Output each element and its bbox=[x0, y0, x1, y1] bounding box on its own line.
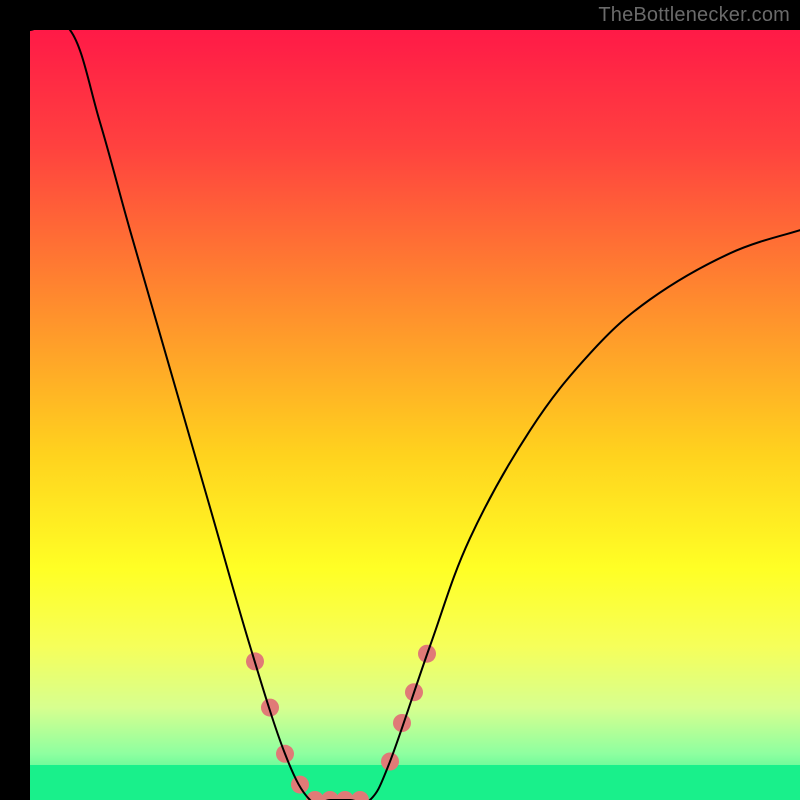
chart-stage: TheBottlenecker.com bbox=[0, 0, 800, 800]
optimal-green-band bbox=[30, 765, 800, 800]
bottleneck-curve-chart bbox=[30, 30, 800, 800]
plot-area bbox=[30, 30, 800, 800]
watermark-text: TheBottlenecker.com bbox=[598, 4, 790, 27]
